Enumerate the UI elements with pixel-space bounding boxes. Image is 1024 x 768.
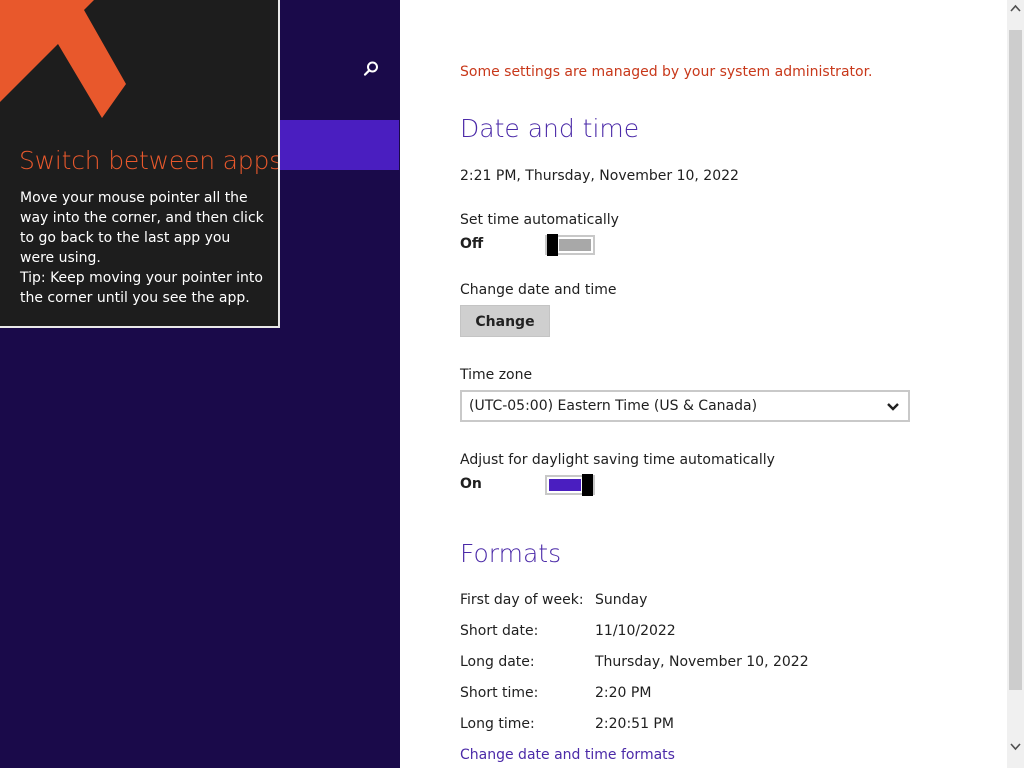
tip-flyout: Switch between apps Move your mouse poin… bbox=[0, 0, 280, 328]
corner-arrow-icon bbox=[0, 0, 126, 118]
time-zone-select[interactable]: (UTC-05:00) Eastern Time (US & Canada) bbox=[460, 390, 910, 422]
settings-content: Some settings are managed by your system… bbox=[400, 0, 1007, 768]
tip-instruction: Move your mouse pointer all the way into… bbox=[20, 190, 264, 266]
formats-heading: Formats bbox=[460, 539, 562, 568]
scroll-up-icon[interactable] bbox=[1007, 0, 1024, 17]
first-day-of-week-value: Sunday bbox=[595, 592, 648, 608]
long-time-value: 2:20:51 PM bbox=[595, 716, 674, 732]
daylight-saving-toggle[interactable] bbox=[545, 474, 595, 496]
vertical-scrollbar[interactable] bbox=[1007, 0, 1024, 768]
tip-hint: Tip: Keep moving your pointer into the c… bbox=[20, 270, 263, 306]
tip-title: Switch between apps bbox=[19, 146, 280, 175]
short-time-label: Short time: bbox=[460, 685, 539, 701]
date-time-heading: Date and time bbox=[460, 114, 640, 143]
screen: Switch between apps Move your mouse poin… bbox=[0, 0, 1024, 768]
search-icon[interactable] bbox=[362, 60, 380, 78]
scroll-down-icon[interactable] bbox=[1007, 738, 1024, 755]
long-date-label: Long date: bbox=[460, 654, 535, 670]
time-zone-label: Time zone bbox=[460, 367, 533, 383]
set-time-automatically-toggle[interactable] bbox=[545, 234, 595, 256]
toggle-knob bbox=[582, 474, 593, 496]
long-date-value: Thursday, November 10, 2022 bbox=[595, 654, 809, 670]
long-time-label: Long time: bbox=[460, 716, 535, 732]
daylight-saving-state: On bbox=[460, 476, 482, 492]
daylight-saving-label: Adjust for daylight saving time automati… bbox=[460, 452, 775, 468]
time-zone-value: (UTC-05:00) Eastern Time (US & Canada) bbox=[469, 398, 758, 414]
change-date-time-label: Change date and time bbox=[460, 282, 617, 298]
toggle-track bbox=[549, 479, 581, 491]
current-datetime: 2:21 PM, Thursday, November 10, 2022 bbox=[460, 168, 739, 184]
set-time-automatically-state: Off bbox=[460, 236, 484, 252]
short-date-label: Short date: bbox=[460, 623, 539, 639]
tip-body: Move your mouse pointer all the way into… bbox=[20, 188, 265, 308]
toggle-track bbox=[559, 239, 591, 251]
scrollbar-thumb[interactable] bbox=[1009, 30, 1022, 690]
short-date-value: 11/10/2022 bbox=[595, 623, 676, 639]
change-formats-link[interactable]: Change date and time formats bbox=[460, 747, 675, 763]
chevron-down-icon bbox=[887, 403, 899, 411]
set-time-automatically-label: Set time automatically bbox=[460, 212, 619, 228]
short-time-value: 2:20 PM bbox=[595, 685, 652, 701]
toggle-knob bbox=[547, 234, 558, 256]
first-day-of-week-label: First day of week: bbox=[460, 592, 584, 608]
admin-notice: Some settings are managed by your system… bbox=[460, 64, 873, 80]
change-date-time-button[interactable]: Change bbox=[460, 305, 550, 337]
selected-nav-item[interactable] bbox=[280, 120, 399, 170]
